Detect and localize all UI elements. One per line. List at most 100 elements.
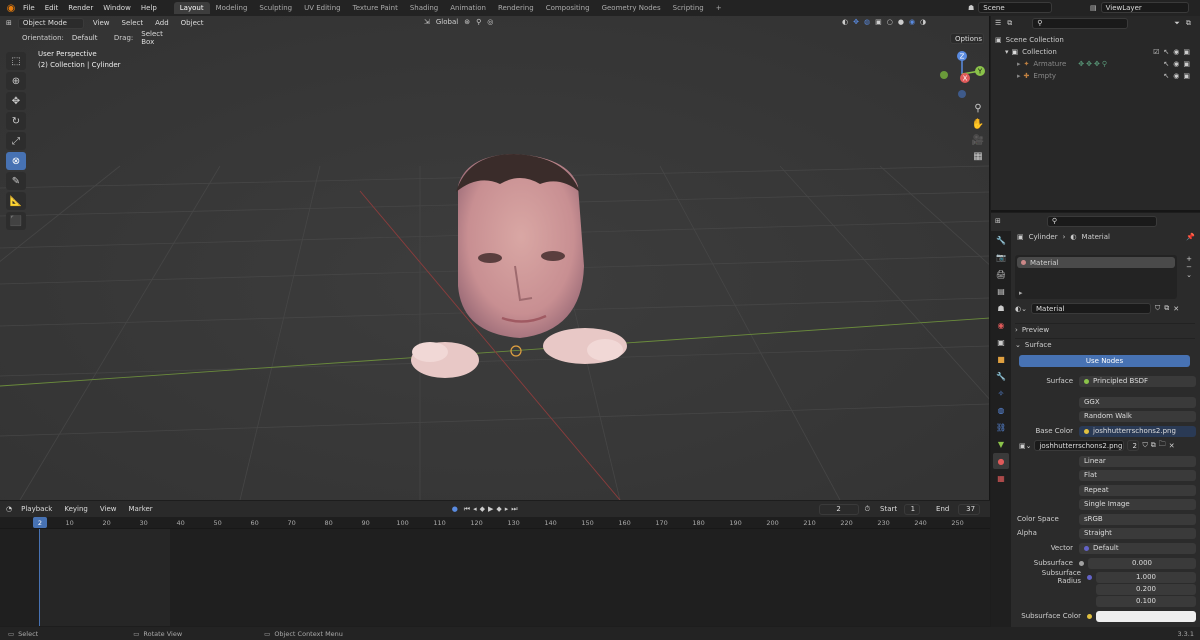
transform-icon[interactable]: ⊗ [6,152,26,170]
end-frame-field[interactable]: 37 [958,503,981,515]
material-slot-item[interactable]: Material [1017,257,1175,268]
outliner-editor-icon[interactable]: ☰ [995,19,1001,27]
tab-geometry-nodes[interactable]: Geometry Nodes [596,2,667,14]
image-open-icon[interactable]: 🗀 [1159,440,1166,451]
select-box-icon[interactable]: ⬚ [6,52,26,70]
outliner-armature[interactable]: ▸ ✦ Armature ✥✥✥⚲ ↖◉▣ [991,58,1200,70]
new-collection-icon[interactable]: ⧉ [1186,19,1191,28]
base-color-field[interactable]: joshhutterrschons2.png [1079,425,1196,437]
slot-menu-icon[interactable]: ⌄ [1183,271,1195,279]
subsurface-color-swatch[interactable] [1096,610,1196,622]
visibility-icon[interactable]: ◐ [842,18,848,26]
texture-tab-icon[interactable]: ▦ [993,470,1009,486]
pivot-icon[interactable]: ⊛ [464,18,470,26]
subsurface-field[interactable]: 0.000 [1088,557,1196,569]
measure-icon[interactable]: 📐 [6,192,26,210]
collection-tab-icon[interactable]: ▣ [993,334,1009,350]
menu-window[interactable]: Window [98,4,136,12]
3d-viewport[interactable] [0,16,990,500]
material-slot-list[interactable]: Material ▸ [1015,255,1177,299]
source-dropdown[interactable]: Single Image [1079,498,1196,510]
filter-icon[interactable]: ⏷ [1174,19,1180,28]
menu-playback[interactable]: Playback [18,505,55,513]
scene-selector[interactable]: ☗ Scene [968,2,1053,13]
mode-dropdown[interactable]: Object Mode [17,17,84,29]
scene-field[interactable]: Scene [978,2,1053,13]
armature-toggle-icons[interactable]: ↖◉▣ [1163,60,1194,68]
tab-scripting[interactable]: Scripting [667,2,710,14]
add-workspace-button[interactable]: + [710,2,728,14]
outliner-scene-collection[interactable]: ▣ Scene Collection [991,34,1200,46]
options-dropdown[interactable]: Options [950,33,984,44]
start-frame-field[interactable]: 1 [904,503,921,515]
color-space-dropdown[interactable]: sRGB [1079,513,1196,525]
outliner-search-input[interactable]: ⚲ [1032,17,1129,29]
shading-solid-icon[interactable]: ● [898,18,904,26]
menu-select[interactable]: Select [119,19,147,27]
render-tab-icon[interactable]: 📷 [993,249,1009,265]
editor-type-icon[interactable]: ⊞ [6,19,12,27]
constraints-tab-icon[interactable]: ⛓ [993,419,1009,435]
unlink-material-icon[interactable]: ✕ [1173,305,1179,313]
subsurface-radius-z[interactable]: 0.100 [1096,595,1196,607]
projection-dropdown[interactable]: Flat [1079,469,1196,481]
collection-toggle-icons[interactable]: ☑↖◉▣ [1153,48,1194,56]
blender-logo-icon[interactable]: ◉ [4,1,18,15]
menu-marker[interactable]: Marker [125,505,155,513]
snap-icon[interactable]: ⚲ [476,18,481,26]
camera-icon[interactable]: 🎥 [970,132,986,148]
panel-preview-header[interactable]: › Preview [1015,323,1195,335]
shading-rendered-icon[interactable]: ◑ [920,18,926,26]
timeline-editor-icon[interactable]: ◔ [6,505,12,513]
output-tab-icon[interactable]: 🖨 [993,266,1009,282]
menu-edit[interactable]: Edit [40,4,64,12]
expand-arrow-icon[interactable]: ▾ [1005,48,1009,56]
pan-hand-icon[interactable]: ✋ [970,116,986,132]
rotate-icon[interactable]: ↻ [6,112,26,130]
remove-slot-icon[interactable]: − [1183,263,1195,271]
tab-modeling[interactable]: Modeling [210,2,254,14]
tab-layout[interactable]: Layout [173,2,210,14]
data-tab-icon[interactable]: ▼ [993,436,1009,452]
material-name-field[interactable]: Material [1030,303,1151,314]
image-fake-user-icon[interactable]: ⛉ [1142,441,1147,450]
move-icon[interactable]: ✥ [6,92,26,110]
outliner-empty[interactable]: ▸ ✚ Empty ↖◉▣ [991,70,1200,82]
subsurface-radius-y[interactable]: 0.200 [1096,583,1196,595]
physics-tab-icon[interactable]: ◍ [993,402,1009,418]
menu-add[interactable]: Add [152,19,172,27]
properties-search-input[interactable]: ⚲ [1046,215,1157,227]
view-layer-selector[interactable]: ▤ ViewLayer [1090,2,1189,13]
tab-compositing[interactable]: Compositing [540,2,596,14]
menu-timeline-view[interactable]: View [97,505,120,513]
material-browse-icon[interactable]: ◐⌄ [1015,305,1027,313]
annotate-icon[interactable]: ✎ [6,172,26,190]
cursor-icon[interactable]: ⊕ [6,72,26,90]
menu-file[interactable]: File [18,4,40,12]
display-mode-icon[interactable]: ⧉ [1007,19,1012,28]
shading-wireframe-icon[interactable]: ○ [887,18,893,26]
xray-icon[interactable]: ▣ [875,18,882,26]
drag-dropdown[interactable]: Select Box [137,30,179,46]
zoom-icon[interactable]: ⚲ [970,100,986,116]
tab-sculpting[interactable]: Sculpting [253,2,298,14]
fake-user-icon[interactable]: ⛉ [1155,304,1160,313]
use-nodes-button[interactable]: Use Nodes [1019,355,1190,367]
view-layer-tab-icon[interactable]: ▤ [993,283,1009,299]
menu-view[interactable]: View [90,19,113,27]
menu-object[interactable]: Object [178,19,207,27]
empty-toggle-icons[interactable]: ↖◉▣ [1163,72,1194,80]
modifier-tab-icon[interactable]: 🔧 [993,368,1009,384]
surface-field[interactable]: Principled BSDF [1079,375,1196,387]
shading-material-icon[interactable]: ◉ [909,18,915,26]
subsurface-method-dropdown[interactable]: Random Walk [1079,410,1196,422]
interpolation-dropdown[interactable]: Linear [1079,455,1196,467]
timeline-body[interactable] [0,529,990,626]
timeline-ruler[interactable]: 2 10 20 30 40 50 60 70 80 90 100 110 120 130 140 150 160… [0,517,990,529]
proportional-edit-icon[interactable]: ◎ [487,18,493,26]
overlay-toggle-icon[interactable]: ◍ [864,18,870,26]
properties-editor-icon[interactable]: ⊞ [995,217,1001,225]
distribution-dropdown[interactable]: GGX [1079,396,1196,408]
particles-tab-icon[interactable]: ✧ [993,385,1009,401]
tab-shading[interactable]: Shading [404,2,444,14]
